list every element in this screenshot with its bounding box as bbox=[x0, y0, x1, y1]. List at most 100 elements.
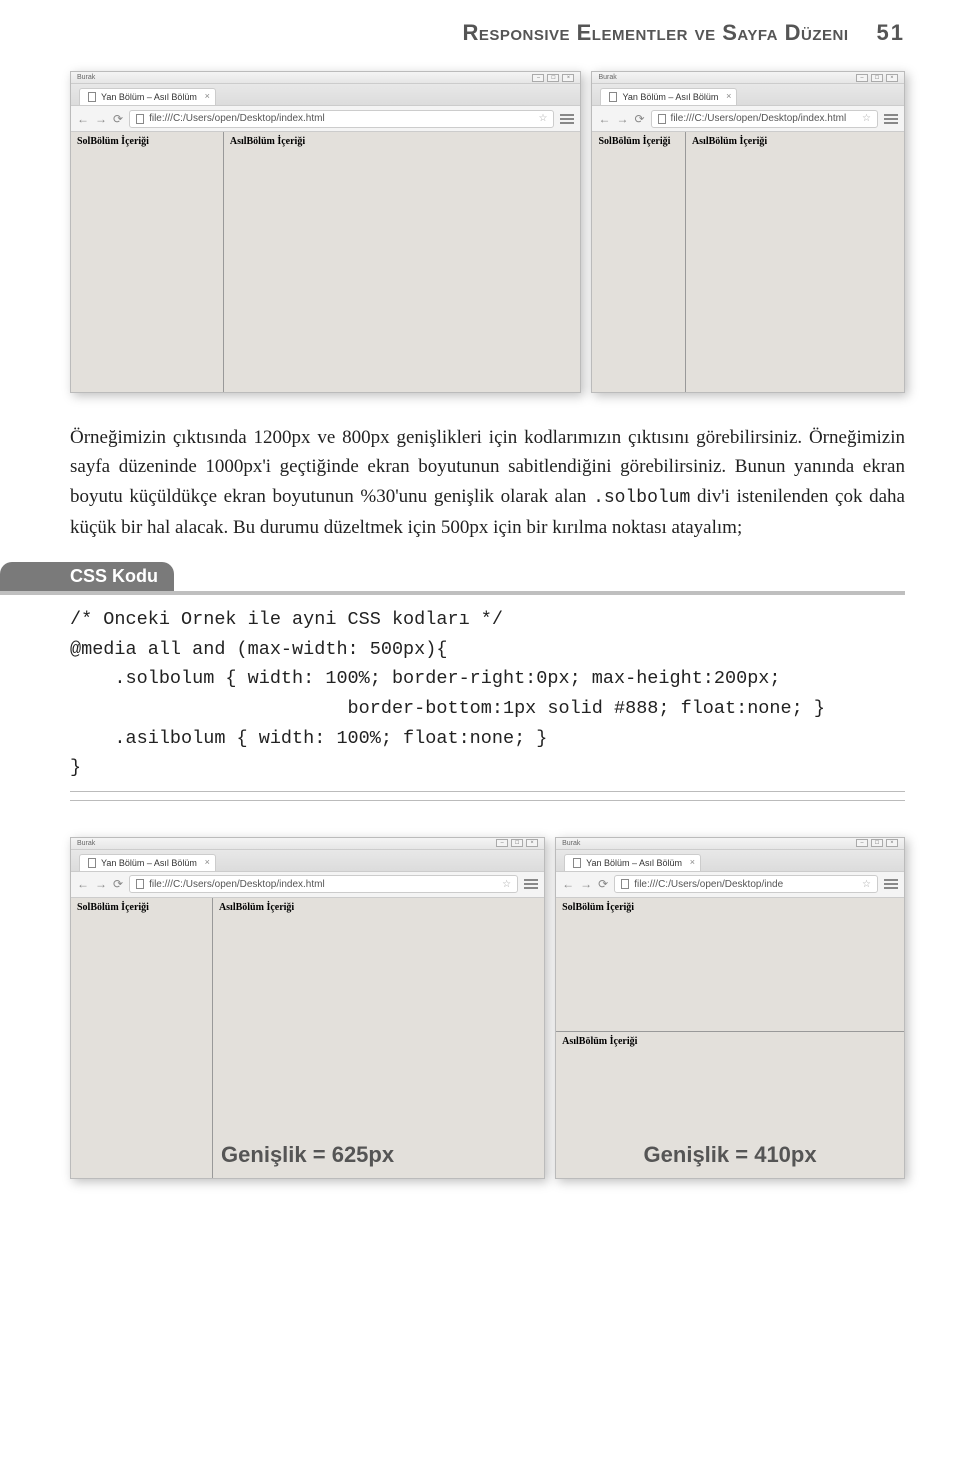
maximize-icon[interactable]: □ bbox=[871, 74, 883, 82]
left-column: SolBölüm İçeriği bbox=[71, 898, 213, 1178]
page-number: 51 bbox=[877, 20, 905, 46]
tab-close-icon[interactable]: × bbox=[205, 857, 210, 867]
browser-tab[interactable]: Yan Bölüm – Asıl Bölüm × bbox=[600, 88, 737, 105]
css-badge: CSS Kodu bbox=[0, 562, 174, 591]
titlebar: Burak – □ × bbox=[592, 72, 904, 84]
forward-icon[interactable]: → bbox=[616, 112, 628, 126]
tab-title: Yan Bölüm – Asıl Bölüm bbox=[586, 858, 682, 868]
url-text: file:///C:/Users/open/Desktop/inde bbox=[634, 879, 783, 890]
bookmark-star-icon[interactable]: ☆ bbox=[862, 113, 871, 124]
titlebar: Burak – □ × bbox=[71, 72, 580, 84]
menu-icon[interactable] bbox=[884, 114, 898, 124]
inline-code: .solbolum bbox=[593, 488, 690, 508]
minimize-icon[interactable]: – bbox=[856, 839, 868, 847]
minimize-icon[interactable]: – bbox=[532, 74, 544, 82]
tab-close-icon[interactable]: × bbox=[726, 91, 731, 101]
tab-title: Yan Bölüm – Asıl Bölüm bbox=[622, 92, 718, 102]
titlebar: Burak – □ × bbox=[556, 838, 904, 850]
minimize-icon[interactable]: – bbox=[856, 74, 868, 82]
document-icon bbox=[573, 858, 581, 868]
main-column-label: AsılBölüm İçeriği bbox=[224, 132, 581, 151]
body-paragraph: Örneğimizin çıktısında 1200px ve 800px g… bbox=[70, 423, 905, 542]
page-viewport: SolBölüm İçeriği AsılBölüm İçeriği Geniş… bbox=[71, 898, 544, 1178]
reload-icon[interactable]: ⟳ bbox=[598, 877, 608, 891]
main-column-label: AsılBölüm İçeriği bbox=[686, 132, 904, 151]
figure-bottom: Burak – □ × Yan Bölüm – Asıl Bölüm × ← →… bbox=[70, 837, 905, 1179]
minimize-icon[interactable]: – bbox=[496, 839, 508, 847]
tab-close-icon[interactable]: × bbox=[690, 857, 695, 867]
bookmark-star-icon[interactable]: ☆ bbox=[502, 879, 511, 890]
address-bar: ← → ⟳ file:///C:/Users/open/Desktop/inde… bbox=[556, 872, 904, 898]
tab-bar: Yan Bölüm – Asıl Bölüm × bbox=[556, 850, 904, 872]
browser-tab[interactable]: Yan Bölüm – Asıl Bölüm × bbox=[79, 88, 216, 105]
address-bar: ← → ⟳ file:///C:/Users/open/Desktop/inde… bbox=[592, 106, 904, 132]
titlebar: Burak – □ × bbox=[71, 838, 544, 850]
menu-icon[interactable] bbox=[560, 114, 574, 124]
main-column-label: AsılBölüm İçeriği bbox=[556, 1032, 904, 1051]
maximize-icon[interactable]: □ bbox=[871, 839, 883, 847]
back-icon[interactable]: ← bbox=[77, 112, 89, 126]
bookmark-star-icon[interactable]: ☆ bbox=[862, 879, 871, 890]
browser-window-1: Burak – □ × Yan Bölüm – Asıl Bölüm × ← →… bbox=[70, 71, 581, 393]
left-column-label: SolBölüm İçeriği bbox=[71, 898, 212, 917]
main-column: AsılBölüm İçeriği bbox=[213, 898, 544, 1178]
maximize-icon[interactable]: □ bbox=[547, 74, 559, 82]
rule bbox=[70, 800, 905, 801]
left-column-label: SolBölüm İçeriği bbox=[592, 132, 684, 151]
forward-icon[interactable]: → bbox=[95, 112, 107, 126]
left-column-label: SolBölüm İçeriği bbox=[71, 132, 223, 151]
menu-icon[interactable] bbox=[524, 879, 538, 889]
page-header: Responsive Elementler ve Sayfa Düzeni 51 bbox=[70, 20, 905, 46]
browser-window-2: Burak – □ × Yan Bölüm – Asıl Bölüm × ← →… bbox=[591, 71, 905, 393]
window-user-label: Burak bbox=[598, 74, 616, 81]
main-column-label: AsılBölüm İçeriği bbox=[213, 898, 544, 917]
close-icon[interactable]: × bbox=[886, 839, 898, 847]
page-icon bbox=[621, 879, 629, 889]
close-icon[interactable]: × bbox=[526, 839, 538, 847]
document-icon bbox=[88, 92, 96, 102]
page-icon bbox=[136, 879, 144, 889]
bookmark-star-icon[interactable]: ☆ bbox=[539, 113, 548, 124]
url-text: file:///C:/Users/open/Desktop/index.html bbox=[149, 113, 325, 124]
close-icon[interactable]: × bbox=[886, 74, 898, 82]
css-divider bbox=[0, 591, 905, 595]
url-input[interactable]: file:///C:/Users/open/Desktop/index.html… bbox=[129, 875, 518, 893]
left-column: SolBölüm İçeriği bbox=[71, 132, 224, 392]
reload-icon[interactable]: ⟳ bbox=[113, 112, 123, 126]
menu-icon[interactable] bbox=[884, 879, 898, 889]
page-icon bbox=[136, 114, 144, 124]
browser-tab[interactable]: Yan Bölüm – Asıl Bölüm × bbox=[79, 854, 216, 871]
url-input[interactable]: file:///C:/Users/open/Desktop/index.html… bbox=[129, 110, 554, 128]
window-user-label: Burak bbox=[77, 74, 95, 81]
window-user-label: Burak bbox=[562, 840, 580, 847]
page-icon bbox=[658, 114, 666, 124]
reload-icon[interactable]: ⟳ bbox=[634, 112, 644, 126]
width-annotation: Genişlik = 625px bbox=[221, 1142, 394, 1168]
address-bar: ← → ⟳ file:///C:/Users/open/Desktop/inde… bbox=[71, 872, 544, 898]
tab-bar: Yan Bölüm – Asıl Bölüm × bbox=[592, 84, 904, 106]
back-icon[interactable]: ← bbox=[562, 877, 574, 891]
document-icon bbox=[609, 92, 617, 102]
window-user-label: Burak bbox=[77, 840, 95, 847]
width-annotation: Genişlik = 410px bbox=[644, 1142, 817, 1168]
forward-icon[interactable]: → bbox=[95, 877, 107, 891]
url-text: file:///C:/Users/open/Desktop/index.html bbox=[149, 879, 325, 890]
forward-icon[interactable]: → bbox=[580, 877, 592, 891]
close-icon[interactable]: × bbox=[562, 74, 574, 82]
left-column: SolBölüm İçeriği bbox=[592, 132, 685, 392]
url-input[interactable]: file:///C:/Users/open/Desktop/index.html… bbox=[651, 110, 878, 128]
back-icon[interactable]: ← bbox=[77, 877, 89, 891]
browser-tab[interactable]: Yan Bölüm – Asıl Bölüm × bbox=[564, 854, 701, 871]
back-icon[interactable]: ← bbox=[598, 112, 610, 126]
browser-window-3: Burak – □ × Yan Bölüm – Asıl Bölüm × ← →… bbox=[70, 837, 545, 1179]
tab-bar: Yan Bölüm – Asıl Bölüm × bbox=[71, 84, 580, 106]
browser-window-4: Burak – □ × Yan Bölüm – Asıl Bölüm × ← →… bbox=[555, 837, 905, 1179]
left-column-label: SolBölüm İçeriği bbox=[556, 898, 904, 917]
reload-icon[interactable]: ⟳ bbox=[113, 877, 123, 891]
top-section: SolBölüm İçeriği bbox=[556, 898, 904, 1032]
document-icon bbox=[88, 858, 96, 868]
url-input[interactable]: file:///C:/Users/open/Desktop/inde ☆ bbox=[614, 875, 878, 893]
tab-bar: Yan Bölüm – Asıl Bölüm × bbox=[71, 850, 544, 872]
tab-close-icon[interactable]: × bbox=[205, 91, 210, 101]
maximize-icon[interactable]: □ bbox=[511, 839, 523, 847]
